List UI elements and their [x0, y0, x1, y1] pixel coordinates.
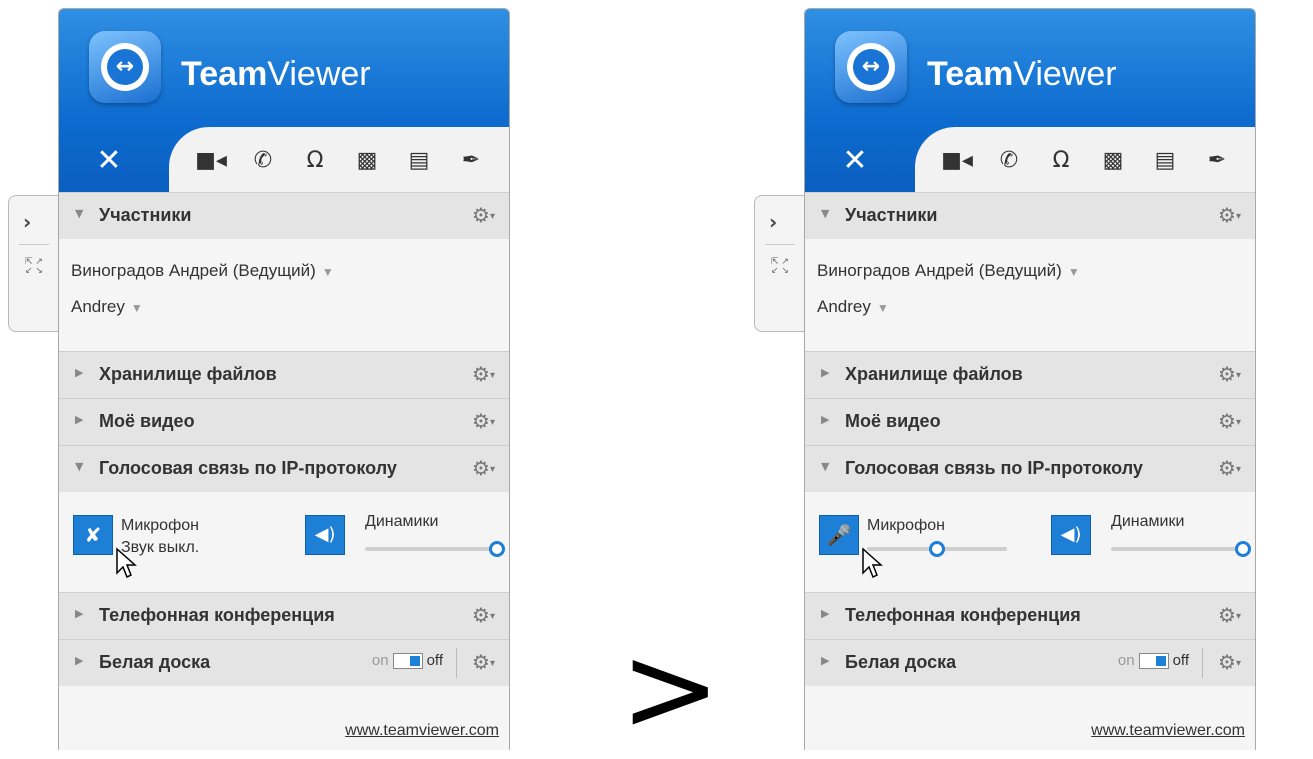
headset-icon[interactable]: Ω [1035, 141, 1087, 181]
gear-icon[interactable]: ⚙▾ [1218, 650, 1241, 674]
speaker-icon[interactable]: ◀) [305, 515, 345, 555]
footer-link[interactable]: www.teamviewer.com [345, 722, 499, 740]
gear-icon[interactable]: ⚙▾ [472, 456, 495, 480]
fullscreen-icon[interactable]: ⇱ ↗ ↙ ↘ [771, 258, 791, 278]
participant-guest[interactable]: Andrey ▼ [817, 297, 889, 317]
speakers-label: Динамики [365, 513, 439, 530]
speaker-icon[interactable]: ◀) [1051, 515, 1091, 555]
file-icon[interactable]: ▤ [393, 141, 445, 181]
chat-icon[interactable]: ▩ [341, 141, 393, 181]
mic-label: Микрофон [867, 517, 945, 534]
section-phone-conference[interactable]: ▶ Телефонная конференция ⚙▾ [59, 592, 509, 640]
section-voip[interactable]: ▼ Голосовая связь по IP-протоколу ⚙▾ [59, 445, 509, 493]
speaker-volume-slider[interactable] [1111, 547, 1245, 551]
gear-icon[interactable]: ⚙▾ [1218, 409, 1241, 433]
teamviewer-window: ↔ TeamViewer ✕ ■◂ ✆ Ω ▩ ▤ ✒ » ▼ Участник… [58, 8, 510, 750]
teamviewer-logo-icon: ↔ [835, 31, 907, 103]
speaker-volume-knob[interactable] [489, 541, 505, 557]
teamviewer-logo-icon: ↔ [89, 31, 161, 103]
toolbar: ■◂ ✆ Ω ▩ ▤ ✒ » [931, 141, 1255, 181]
close-icon[interactable]: ✕ [835, 141, 875, 181]
more-icon[interactable]: » [1243, 141, 1255, 181]
gear-icon[interactable]: ⚙▾ [472, 362, 495, 386]
microphone-icon[interactable]: 🎤 [819, 515, 859, 555]
gear-icon[interactable]: ⚙▾ [1218, 362, 1241, 386]
participant-host[interactable]: Виноградов Андрей (Ведущий) ▼ [71, 261, 334, 281]
brand-name: TeamViewer [927, 55, 1117, 93]
video-camera-icon[interactable]: ■◂ [185, 141, 237, 181]
whiteboard-toggle[interactable]: on off [372, 652, 443, 670]
headset-icon[interactable]: Ω [289, 141, 341, 181]
speaker-volume-slider[interactable] [365, 547, 499, 551]
whiteboard-toggle[interactable]: on off [1118, 652, 1189, 670]
section-voip[interactable]: ▼ Голосовая связь по IP-протоколу ⚙▾ [805, 445, 1255, 493]
speaker-volume-knob[interactable] [1235, 541, 1251, 557]
section-whiteboard[interactable]: ▶ Белая доска on off ⚙▾ [59, 639, 509, 687]
gear-icon[interactable]: ⚙▾ [472, 203, 495, 227]
brush-icon[interactable]: ✒ [1191, 141, 1243, 181]
collapse-triangle-icon: ▼ [75, 207, 84, 220]
comparison-symbol: > [620, 620, 721, 759]
gear-icon[interactable]: ⚙▾ [472, 650, 495, 674]
mouse-cursor-icon [116, 547, 137, 579]
teamviewer-panel-unmuted: › ⇱ ↗↙ ↘ ↔ TeamViewer ✕ ■◂ ✆ Ω ▩ ▤ ✒ » ▼… [754, 8, 1256, 750]
microphone-muted-icon[interactable]: ✘ [73, 515, 113, 555]
file-icon[interactable]: ▤ [1139, 141, 1191, 181]
section-whiteboard[interactable]: ▶ Белая доска on off ⚙▾ [805, 639, 1255, 687]
phone-icon[interactable]: ✆ [237, 141, 289, 181]
close-icon[interactable]: ✕ [89, 141, 129, 181]
section-file-storage[interactable]: ▶ Хранилище файлов ⚙▾ [805, 351, 1255, 399]
section-phone-conference[interactable]: ▶ Телефонная конференция ⚙▾ [805, 592, 1255, 640]
gear-icon[interactable]: ⚙▾ [1218, 456, 1241, 480]
section-participants[interactable]: ▼ Участники ⚙▾ [805, 192, 1255, 240]
teamviewer-panel-muted: › ⇱ ↗↙ ↘ ↔ TeamViewer ✕ ■◂ ✆ Ω ▩ ▤ ✒ » ▼… [8, 8, 510, 750]
mic-label: Микрофон [121, 517, 199, 534]
section-my-video[interactable]: ▶ Моё видео ⚙▾ [805, 398, 1255, 446]
more-icon[interactable]: » [497, 141, 509, 181]
gear-icon[interactable]: ⚙▾ [472, 603, 495, 627]
chat-icon[interactable]: ▩ [1087, 141, 1139, 181]
gear-icon[interactable]: ⚙▾ [1218, 203, 1241, 227]
expand-arrow-icon[interactable]: › [23, 210, 47, 234]
brand-name: TeamViewer [181, 55, 371, 93]
phone-icon[interactable]: ✆ [983, 141, 1035, 181]
gear-icon[interactable]: ⚙▾ [472, 409, 495, 433]
participant-host[interactable]: Виноградов Андрей (Ведущий) ▼ [817, 261, 1080, 281]
teamviewer-window: ↔ TeamViewer ✕ ■◂ ✆ Ω ▩ ▤ ✒ » ▼ Участник… [804, 8, 1256, 750]
section-file-storage[interactable]: ▶ Хранилище файлов ⚙▾ [59, 351, 509, 399]
footer-link[interactable]: www.teamviewer.com [1091, 722, 1245, 740]
video-camera-icon[interactable]: ■◂ [931, 141, 983, 181]
expand-arrow-icon[interactable]: › [769, 210, 793, 234]
fullscreen-icon[interactable]: ⇱ ↗ ↙ ↘ [25, 258, 45, 278]
speakers-label: Динамики [1111, 513, 1185, 530]
section-my-video[interactable]: ▶ Моё видео ⚙▾ [59, 398, 509, 446]
brush-icon[interactable]: ✒ [445, 141, 497, 181]
gear-icon[interactable]: ⚙▾ [1218, 603, 1241, 627]
mic-volume-knob[interactable] [929, 541, 945, 557]
participant-guest[interactable]: Andrey ▼ [71, 297, 143, 317]
toolbar: ■◂ ✆ Ω ▩ ▤ ✒ » [185, 141, 509, 181]
section-participants[interactable]: ▼ Участники ⚙▾ [59, 192, 509, 240]
mouse-cursor-icon [862, 547, 883, 579]
